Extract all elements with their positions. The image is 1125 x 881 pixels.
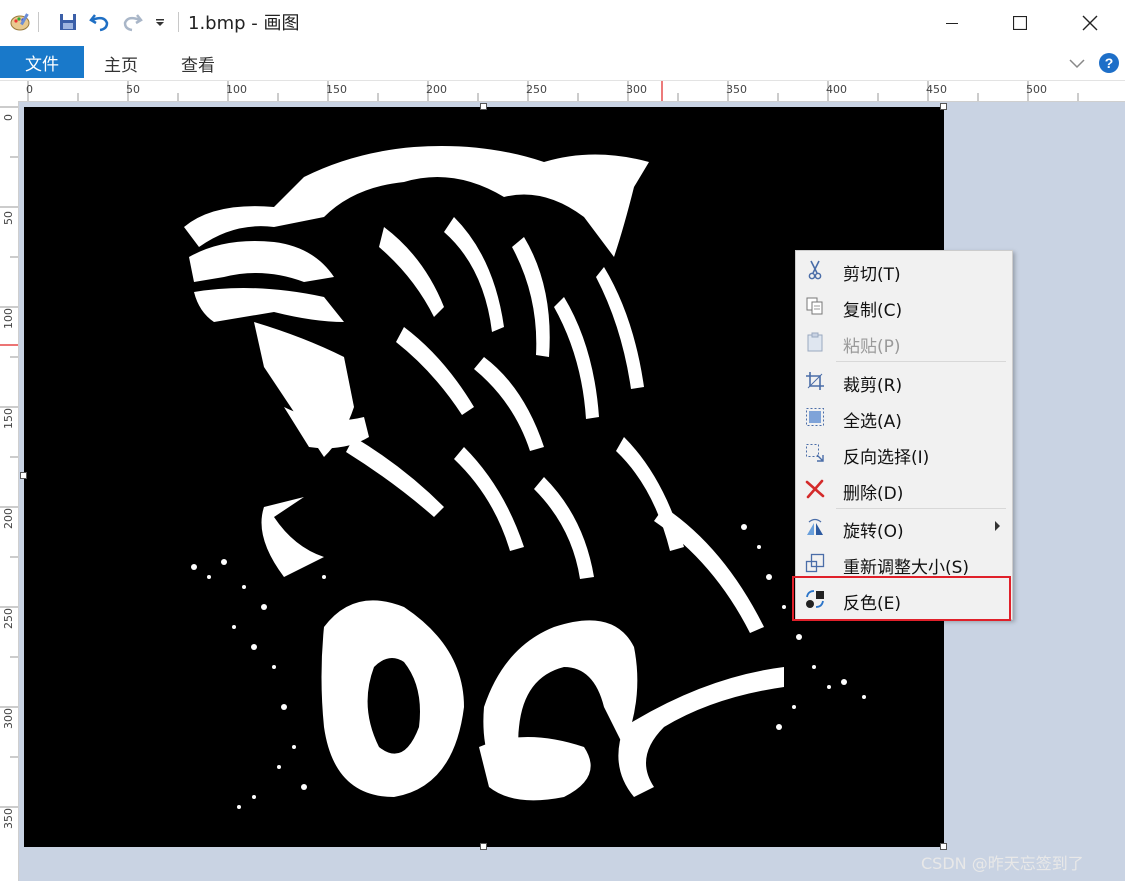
ruler-left-label: 200	[2, 508, 15, 529]
ruler-top-label: 200	[426, 83, 447, 96]
separator	[178, 12, 179, 32]
title-bar: 1.bmp - 画图	[0, 0, 1125, 46]
select-all-icon	[804, 406, 826, 428]
menu-separator	[836, 361, 1006, 362]
ruler-left-label: 150	[2, 408, 15, 429]
menu-item-resize[interactable]: 重新调整大小(S)	[796, 546, 1012, 580]
ruler-top-label: 450	[926, 83, 947, 96]
resize-handle-bottom-right[interactable]	[940, 843, 947, 850]
menu-item-label: 反向选择(I)	[843, 448, 930, 468]
menu-separator	[836, 508, 1006, 509]
menu-item-paste[interactable]: 粘贴(P)	[796, 325, 1012, 359]
menu-item-label: 裁剪(R)	[843, 376, 903, 396]
resize-handle-top[interactable]	[480, 103, 487, 110]
ribbon-collapse-icon[interactable]	[1066, 52, 1088, 74]
ruler-left-label: 0	[2, 114, 15, 121]
paint-app-icon[interactable]	[8, 10, 32, 34]
help-icon[interactable]: ?	[1098, 52, 1120, 74]
menu-item-label: 旋转(O)	[843, 522, 904, 542]
menu-item-rotate[interactable]: 旋转(O)	[796, 510, 1012, 544]
separator	[38, 12, 39, 32]
menu-item-invert-selection[interactable]: 反向选择(I)	[796, 436, 1012, 470]
tab-view[interactable]: 查看	[181, 46, 215, 80]
ruler-top-label: 250	[526, 83, 547, 96]
ruler-top: 0 50 100 150 200 250 300 350 400 450 500	[24, 81, 1125, 102]
undo-icon[interactable]	[88, 10, 112, 34]
menu-item-label: 删除(D)	[843, 484, 904, 504]
context-menu: 剪切(T) 复制(C) 粘贴(P) 裁剪(R) 全选(A) 反向选择(I) 删除…	[795, 250, 1013, 620]
resize-icon	[804, 552, 826, 574]
menu-item-copy[interactable]: 复制(C)	[796, 289, 1012, 323]
ruler-top-label: 350	[726, 83, 747, 96]
ruler-top-label: 150	[326, 83, 347, 96]
ruler-top-ticks	[27, 81, 1079, 101]
redo-icon[interactable]	[120, 10, 144, 34]
ruler-top-label: 500	[1026, 83, 1047, 96]
menu-item-label: 全选(A)	[843, 412, 902, 432]
ruler-left-label: 250	[2, 608, 15, 629]
invert-selection-icon	[804, 442, 826, 464]
ruler-top-label: 300	[626, 83, 647, 96]
watermark: CSDN @昨天忘签到了	[921, 854, 1084, 873]
ruler-left: 0 50 100 150 200 250 300 350	[0, 101, 19, 881]
submenu-arrow-icon	[995, 521, 1000, 531]
invert-color-highlight-box	[792, 576, 1011, 621]
resize-handle-bottom[interactable]	[480, 843, 487, 850]
ruler-left-label: 50	[2, 211, 15, 225]
ribbon-tabs: 文件 主页 查看 ?	[0, 46, 1125, 81]
menu-item-label: 粘贴(P)	[843, 337, 901, 357]
menu-item-crop[interactable]: 裁剪(R)	[796, 364, 1012, 398]
menu-item-label: 复制(C)	[843, 301, 903, 321]
ruler-top-label: 50	[126, 83, 140, 96]
tab-home[interactable]: 主页	[104, 46, 138, 80]
window-title: 1.bmp - 画图	[188, 13, 300, 34]
tab-file[interactable]: 文件	[0, 46, 84, 78]
menu-item-label: 重新调整大小(S)	[843, 558, 970, 578]
menu-item-select-all[interactable]: 全选(A)	[796, 400, 1012, 434]
menu-item-delete[interactable]: 删除(D)	[796, 472, 1012, 506]
ruler-top-label: 0	[26, 83, 33, 96]
crop-icon	[804, 370, 826, 392]
ruler-top-label: 100	[226, 83, 247, 96]
resize-handle-left[interactable]	[20, 472, 27, 479]
resize-handle-top-right[interactable]	[940, 103, 947, 110]
ruler-top-label: 400	[826, 83, 847, 96]
ruler-left-label: 100	[2, 308, 15, 329]
minimize-button[interactable]	[929, 0, 975, 46]
paste-icon	[804, 331, 826, 353]
save-icon[interactable]	[56, 10, 80, 34]
menu-item-cut[interactable]: 剪切(T)	[796, 253, 1012, 287]
menu-item-label: 剪切(T)	[843, 265, 901, 285]
delete-icon	[804, 478, 826, 500]
rotate-icon	[804, 516, 826, 538]
close-button[interactable]	[1067, 0, 1113, 46]
svg-text:?: ?	[1105, 55, 1114, 71]
copy-icon	[804, 295, 826, 317]
ruler-corner	[0, 81, 24, 102]
ruler-left-label: 300	[2, 708, 15, 729]
maximize-button[interactable]	[997, 0, 1043, 46]
ruler-left-label: 350	[2, 808, 15, 829]
customize-dropdown-icon[interactable]	[148, 10, 172, 34]
scissors-icon	[804, 259, 826, 281]
